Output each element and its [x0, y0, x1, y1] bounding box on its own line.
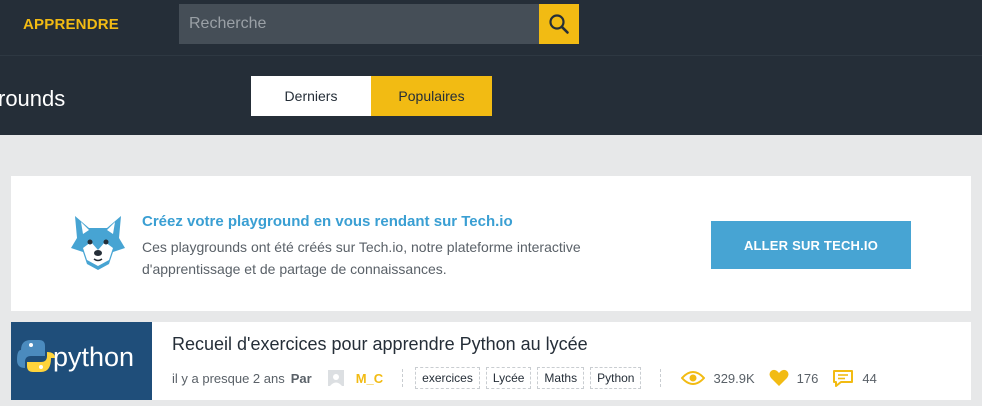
- user-avatar-icon: [329, 374, 342, 386]
- python-logo-icon: python: [11, 322, 152, 400]
- brand-link[interactable]: APPRENDRE: [23, 16, 119, 33]
- search-button[interactable]: [539, 4, 579, 44]
- playground-card[interactable]: python Recueil d'exercices pour apprendr…: [11, 322, 971, 400]
- comment-icon: [833, 370, 854, 387]
- playground-age: il y a presque 2 ans: [172, 370, 285, 386]
- sub-header: rounds Derniers Populaires: [0, 55, 982, 135]
- thumbnail-text: python: [53, 342, 134, 372]
- top-bar: APPRENDRE: [0, 0, 982, 55]
- playground-title[interactable]: Recueil d'exercices pour apprendre Pytho…: [172, 334, 588, 355]
- search-icon: [549, 14, 569, 34]
- by-label: Par: [290, 370, 312, 386]
- promo-description: Ces playgrounds ont été créés sur Tech.i…: [142, 239, 581, 277]
- divider: [402, 369, 404, 387]
- eye-icon: [681, 371, 706, 385]
- promo-title: Créez votre playground en vous rendant s…: [142, 213, 513, 230]
- author-link[interactable]: M_C: [356, 371, 383, 386]
- likes-stat[interactable]: 176: [769, 369, 819, 387]
- likes-count: 176: [796, 370, 819, 386]
- comments-count: 44: [862, 370, 877, 386]
- fox-mascot-icon: [71, 216, 125, 270]
- tag-lycee[interactable]: Lycée: [485, 367, 532, 389]
- tag-maths[interactable]: Maths: [537, 367, 585, 389]
- tag-python[interactable]: Python: [590, 367, 642, 389]
- techio-promo-card: Créez votre playground en vous rendant s…: [11, 176, 971, 311]
- divider: [660, 369, 662, 387]
- go-to-techio-button[interactable]: ALLER SUR TECH.IO: [711, 221, 911, 269]
- search-input[interactable]: [179, 4, 539, 44]
- playground-thumbnail[interactable]: python: [11, 322, 152, 400]
- tab-popular[interactable]: Populaires: [371, 76, 492, 116]
- avatar[interactable]: [327, 370, 344, 386]
- heart-icon: [769, 369, 789, 386]
- views-stat: 329.9K: [681, 370, 755, 386]
- comments-stat[interactable]: 44: [832, 369, 877, 387]
- playground-meta: il y a presque 2 ans Par M_C exercices L…: [172, 366, 877, 390]
- tab-latest[interactable]: Derniers: [251, 76, 371, 116]
- page-title: rounds: [0, 86, 66, 111]
- tag-exercices[interactable]: exercices: [415, 367, 480, 389]
- views-count: 329.9K: [713, 370, 755, 386]
